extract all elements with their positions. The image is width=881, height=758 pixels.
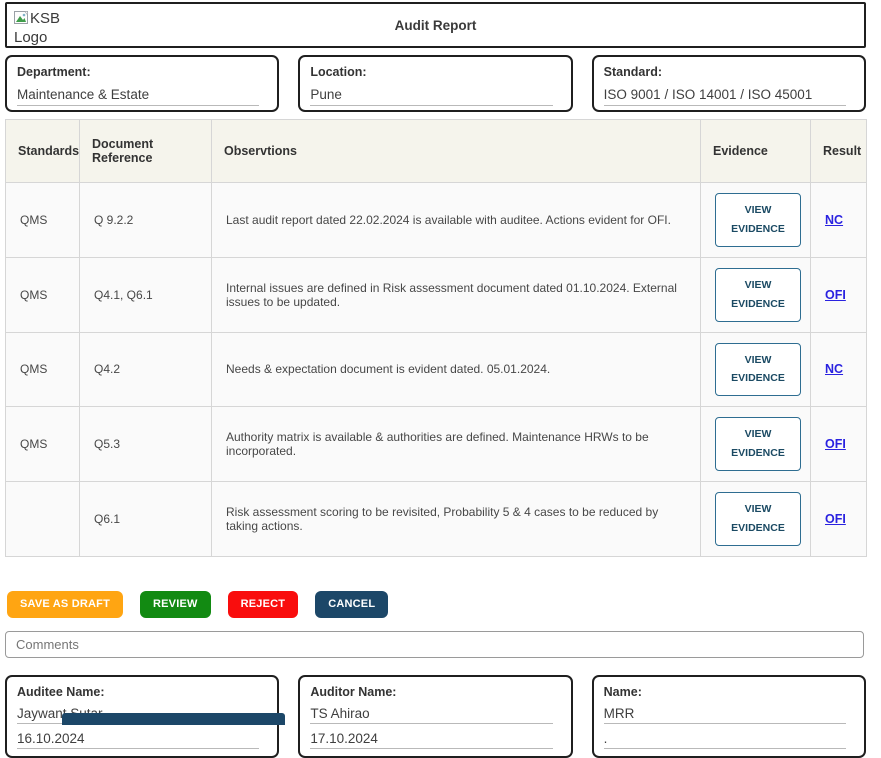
auditee-date-field[interactable]: 16.10.2024 bbox=[17, 731, 259, 749]
result-link[interactable]: OFI bbox=[825, 512, 846, 526]
view-evidence-button[interactable]: VIEW EVIDENCE bbox=[715, 193, 801, 247]
result-cell: OFI bbox=[811, 482, 867, 557]
doc-ref-cell: Q4.1, Q6.1 bbox=[80, 257, 212, 332]
evidence-cell: VIEW EVIDENCE bbox=[701, 183, 811, 258]
auditor-name-label: Auditor Name: bbox=[310, 685, 558, 699]
table-row: QMS Q4.1, Q6.1 Internal issues are defin… bbox=[6, 257, 867, 332]
reject-button[interactable]: REJECT bbox=[228, 591, 299, 618]
department-label: Department: bbox=[17, 65, 265, 79]
doc-ref-cell: Q 9.2.2 bbox=[80, 183, 212, 258]
standard-cell: QMS bbox=[6, 332, 80, 407]
actions-row: SAVE AS DRAFT REVIEW REJECT CANCEL bbox=[7, 591, 866, 618]
location-box: Location: Pune bbox=[298, 55, 572, 112]
auditor-name-field[interactable]: TS Ahirao bbox=[310, 706, 552, 724]
view-evidence-button[interactable]: VIEW EVIDENCE bbox=[715, 492, 801, 546]
review-button[interactable]: REVIEW bbox=[140, 591, 211, 618]
table-header-row: Standards Document Reference Observtions… bbox=[6, 120, 867, 183]
evidence-cell: VIEW EVIDENCE bbox=[701, 257, 811, 332]
name-field[interactable]: MRR bbox=[604, 706, 846, 724]
auditor-date-field[interactable]: 17.10.2024 bbox=[310, 731, 552, 749]
standard-cell: QMS bbox=[6, 257, 80, 332]
col-header-evidence: Evidence bbox=[701, 120, 811, 183]
evidence-cell: VIEW EVIDENCE bbox=[701, 407, 811, 482]
mrr-date-field[interactable]: . bbox=[604, 731, 846, 749]
table-row: Q6.1 Risk assessment scoring to be revis… bbox=[6, 482, 867, 557]
table-row: QMS Q5.3 Authority matrix is available &… bbox=[6, 407, 867, 482]
name-label: Name: bbox=[604, 685, 852, 699]
result-cell: NC bbox=[811, 332, 867, 407]
view-evidence-button[interactable]: VIEW EVIDENCE bbox=[715, 417, 801, 471]
audit-report-page: KSB Logo Audit Report Department: Mainte… bbox=[0, 0, 881, 723]
view-evidence-button[interactable]: VIEW EVIDENCE bbox=[715, 268, 801, 322]
department-field[interactable]: Maintenance & Estate bbox=[17, 87, 259, 106]
location-field[interactable]: Pune bbox=[310, 87, 552, 106]
standard-cell: QMS bbox=[6, 407, 80, 482]
result-link[interactable]: NC bbox=[825, 213, 843, 227]
result-cell: NC bbox=[811, 183, 867, 258]
standard-cell bbox=[6, 482, 80, 557]
col-header-result: Result bbox=[811, 120, 867, 183]
page-title: Audit Report bbox=[7, 4, 864, 48]
doc-ref-cell: Q4.2 bbox=[80, 332, 212, 407]
observation-cell: Needs & expectation document is evident … bbox=[212, 332, 701, 407]
standard-box: Standard: ISO 9001 / ISO 14001 / ISO 450… bbox=[592, 55, 866, 112]
partial-footer-bar bbox=[62, 713, 285, 725]
col-header-observations: Observtions bbox=[212, 120, 701, 183]
doc-ref-cell: Q5.3 bbox=[80, 407, 212, 482]
department-box: Department: Maintenance & Estate bbox=[5, 55, 279, 112]
result-link[interactable]: NC bbox=[825, 362, 843, 376]
result-cell: OFI bbox=[811, 407, 867, 482]
location-label: Location: bbox=[310, 65, 558, 79]
standard-cell: QMS bbox=[6, 183, 80, 258]
observation-cell: Internal issues are defined in Risk asse… bbox=[212, 257, 701, 332]
cancel-button[interactable]: CANCEL bbox=[315, 591, 388, 618]
evidence-cell: VIEW EVIDENCE bbox=[701, 482, 811, 557]
table-row: QMS Q 9.2.2 Last audit report dated 22.0… bbox=[6, 183, 867, 258]
observation-cell: Last audit report dated 22.02.2024 is av… bbox=[212, 183, 701, 258]
report-header: KSB Logo Audit Report bbox=[5, 2, 866, 48]
col-header-standards: Standards bbox=[6, 120, 80, 183]
observation-cell: Risk assessment scoring to be revisited,… bbox=[212, 482, 701, 557]
view-evidence-button[interactable]: VIEW EVIDENCE bbox=[715, 343, 801, 397]
info-fields-row: Department: Maintenance & Estate Locatio… bbox=[5, 55, 866, 112]
result-link[interactable]: OFI bbox=[825, 437, 846, 451]
result-link[interactable]: OFI bbox=[825, 288, 846, 302]
observation-cell: Authority matrix is available & authorit… bbox=[212, 407, 701, 482]
standard-field[interactable]: ISO 9001 / ISO 14001 / ISO 45001 bbox=[604, 87, 846, 106]
table-row: QMS Q4.2 Needs & expectation document is… bbox=[6, 332, 867, 407]
col-header-doc-reference: Document Reference bbox=[80, 120, 212, 183]
standard-label: Standard: bbox=[604, 65, 852, 79]
save-as-draft-button[interactable]: SAVE AS DRAFT bbox=[7, 591, 123, 618]
mrr-box: Name: MRR . bbox=[592, 675, 866, 758]
evidence-cell: VIEW EVIDENCE bbox=[701, 332, 811, 407]
audit-findings-table: Standards Document Reference Observtions… bbox=[5, 119, 867, 557]
doc-ref-cell: Q6.1 bbox=[80, 482, 212, 557]
comments-input[interactable] bbox=[5, 631, 864, 658]
auditee-name-label: Auditee Name: bbox=[17, 685, 265, 699]
result-cell: OFI bbox=[811, 257, 867, 332]
auditor-box: Auditor Name: TS Ahirao 17.10.2024 bbox=[298, 675, 572, 758]
